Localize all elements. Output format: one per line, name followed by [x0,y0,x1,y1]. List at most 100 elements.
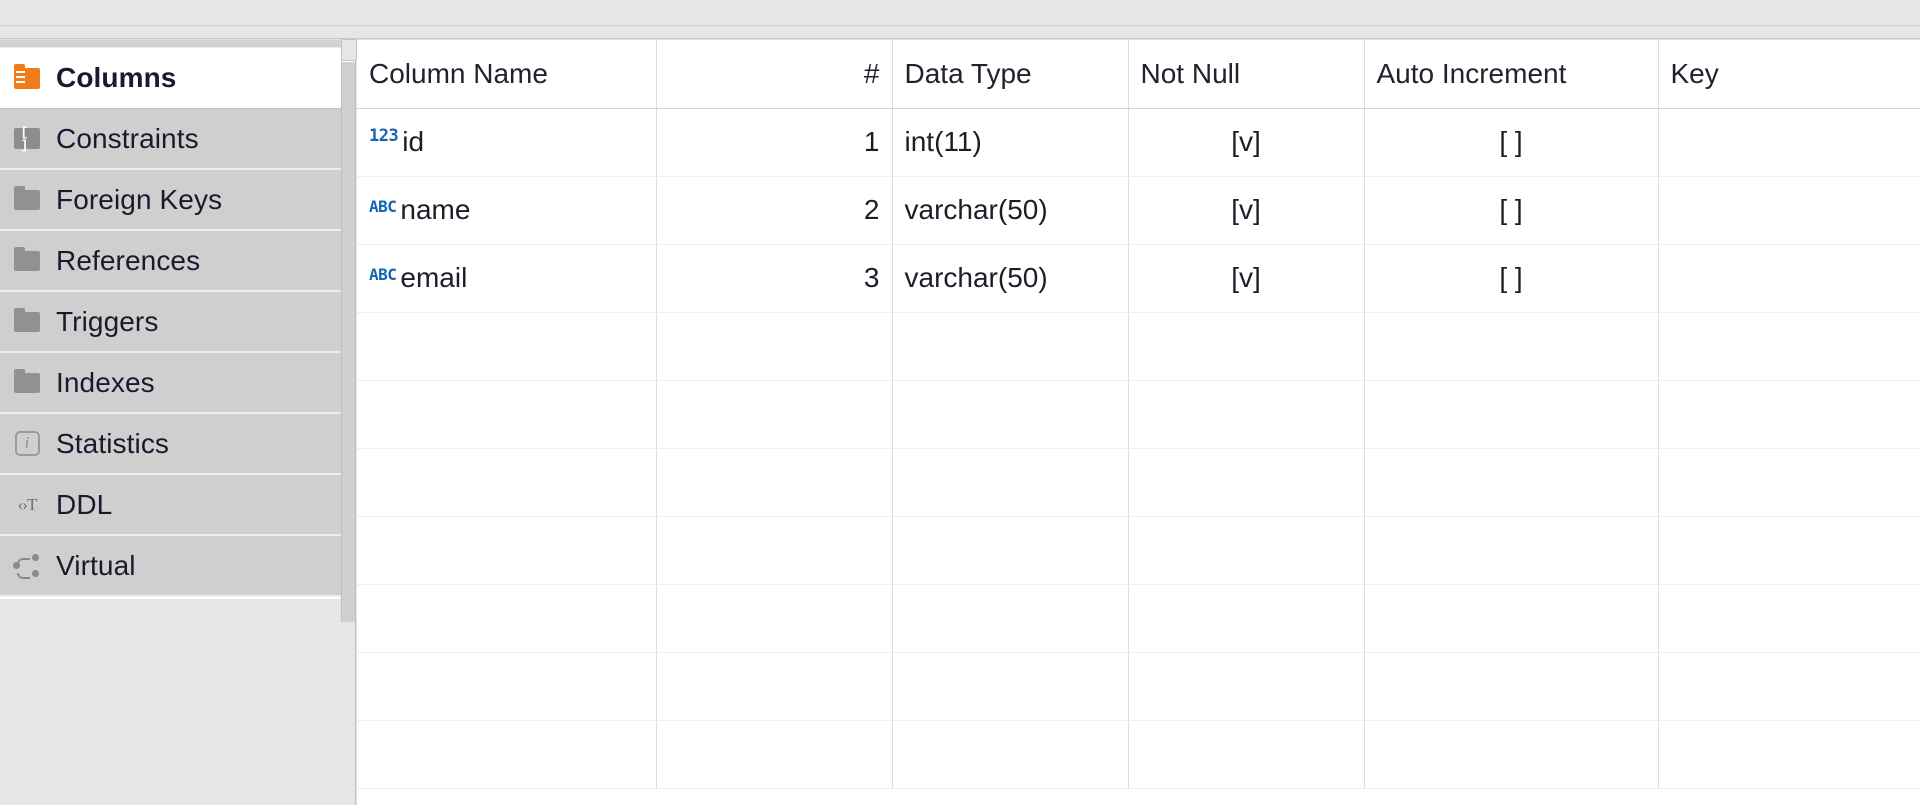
database-table-editor: Columns Constraints Foreign Keys References… [0,0,1920,805]
cell-auto-increment[interactable]: [ ] [1364,176,1659,245]
cell-ordinal[interactable]: 1 [656,108,893,177]
cell-empty[interactable] [892,312,1129,381]
cell-key[interactable] [1658,176,1920,245]
cell-ordinal[interactable]: 2 [656,176,893,245]
cell-empty[interactable] [357,652,657,721]
cell-empty[interactable] [1364,312,1659,381]
cell-empty[interactable] [656,652,893,721]
cell-not-null[interactable]: [v] [1128,244,1365,313]
cell-empty[interactable] [1364,380,1659,449]
sidebar-item-label: References [56,244,201,276]
cell-not-null[interactable]: [v] [1128,176,1365,245]
cell-empty[interactable] [1364,720,1659,789]
table-row-empty[interactable] [357,380,1920,449]
table-row[interactable]: ABC email 3 varchar(50) [v][ ] [357,244,1920,313]
sidebar-item-label: Indexes [56,366,155,398]
cell-key[interactable] [1658,108,1920,177]
column-header-not-null[interactable]: Not Null [1128,40,1365,109]
cell-empty[interactable] [1364,584,1659,653]
column-header-data-type[interactable]: Data Type [892,40,1129,109]
cell-empty[interactable] [1364,516,1659,585]
sidebar-item-foreign-keys[interactable]: Foreign Keys [0,170,355,231]
cell-empty[interactable] [656,448,893,517]
cell-empty[interactable] [656,516,893,585]
cell-empty[interactable] [1658,720,1920,789]
sidebar-item-indexes[interactable]: Indexes [0,353,355,414]
sidebar-item-virtual[interactable]: Virtual [0,536,355,597]
column-header-auto-increment[interactable]: Auto Increment [1364,40,1659,109]
table-row[interactable]: 123 id 1 int(11) [v][ ] [357,108,1920,177]
cell-column-name[interactable]: 123 id [357,108,657,177]
cell-not-null[interactable]: [v] [1128,108,1365,177]
cell-empty[interactable] [1364,652,1659,721]
table-row-empty[interactable] [357,516,1920,585]
sidebar-item-label: Statistics [56,427,170,459]
cell-empty[interactable] [1128,312,1365,381]
table-row-empty[interactable] [357,312,1920,381]
sidebar-item-triggers[interactable]: Triggers [0,292,355,353]
cell-empty[interactable] [1128,380,1365,449]
cell-data-type[interactable]: int(11) [892,108,1129,177]
table-row-empty[interactable] [357,720,1920,789]
cell-empty[interactable] [1658,380,1920,449]
column-header-key[interactable]: Key [1658,40,1920,109]
cell-empty[interactable] [1658,312,1920,381]
grid-corner-resize-handle[interactable] [341,39,357,61]
cell-empty[interactable] [892,448,1129,517]
cell-empty[interactable] [656,584,893,653]
cell-empty[interactable] [892,516,1129,585]
cell-empty[interactable] [357,584,657,653]
sidebar-item-references[interactable]: References [0,231,355,292]
sidebar-item-label: Foreign Keys [56,183,223,215]
top-toolbar-strip [0,0,1920,26]
sidebar-item-statistics[interactable]: Statistics [0,414,355,475]
cell-data-type[interactable]: varchar(50) [892,244,1129,313]
sidebar-item-columns[interactable]: Columns [0,48,355,109]
sidebar-item-label: Virtual [56,549,136,581]
cell-empty[interactable] [1364,448,1659,517]
cell-empty[interactable] [656,380,893,449]
cell-ordinal[interactable]: 3 [656,244,893,313]
cell-empty[interactable] [1128,516,1365,585]
cell-empty[interactable] [1128,720,1365,789]
cell-empty[interactable] [892,720,1129,789]
cell-auto-increment[interactable]: [ ] [1364,108,1659,177]
cell-empty[interactable] [357,312,657,381]
sidebar-item-label: Triggers [56,305,159,337]
cell-empty[interactable] [357,380,657,449]
cell-empty[interactable] [1658,584,1920,653]
cell-empty[interactable] [1128,652,1365,721]
cell-empty[interactable] [1128,448,1365,517]
folder-icon [10,305,44,339]
grid-header-row: Column Name # Data Type Not Null Auto In… [357,40,1920,109]
cell-column-name[interactable]: ABC email [357,244,657,313]
cell-key[interactable] [1658,244,1920,313]
cell-empty[interactable] [892,380,1129,449]
cell-empty[interactable] [892,584,1129,653]
cell-data-type[interactable]: varchar(50) [892,176,1129,245]
cell-empty[interactable] [656,312,893,381]
table-row-empty[interactable] [357,652,1920,721]
cell-empty[interactable] [1658,448,1920,517]
cell-empty[interactable] [1658,516,1920,585]
sidebar-item-constraints[interactable]: Constraints [0,109,355,170]
cell-empty[interactable] [1658,652,1920,721]
cell-column-name[interactable]: ABC name [357,176,657,245]
table-row-empty[interactable] [357,584,1920,653]
column-header-column-name[interactable]: Column Name [357,40,657,109]
sidebar-item-ddl[interactable]: ‹›T DDL [0,475,355,536]
grid-body: 123 id 1 int(11) [v][ ] ABC name 2 varchar(50) [v… [357,108,1920,789]
cell-auto-increment[interactable]: [ ] [1364,244,1659,313]
cell-empty[interactable] [357,516,657,585]
folder-icon [10,183,44,217]
sidebar-scroll-gutter[interactable] [0,40,355,48]
table-row[interactable]: ABC name 2 varchar(50) [v][ ] [357,176,1920,245]
cell-empty[interactable] [357,448,657,517]
table-row-empty[interactable] [357,448,1920,517]
cell-empty[interactable] [1128,584,1365,653]
cell-empty[interactable] [357,720,657,789]
cell-empty[interactable] [892,652,1129,721]
column-header-ordinal[interactable]: # [656,40,893,109]
vertical-scrollbar[interactable] [341,62,355,622]
cell-empty[interactable] [656,720,893,789]
